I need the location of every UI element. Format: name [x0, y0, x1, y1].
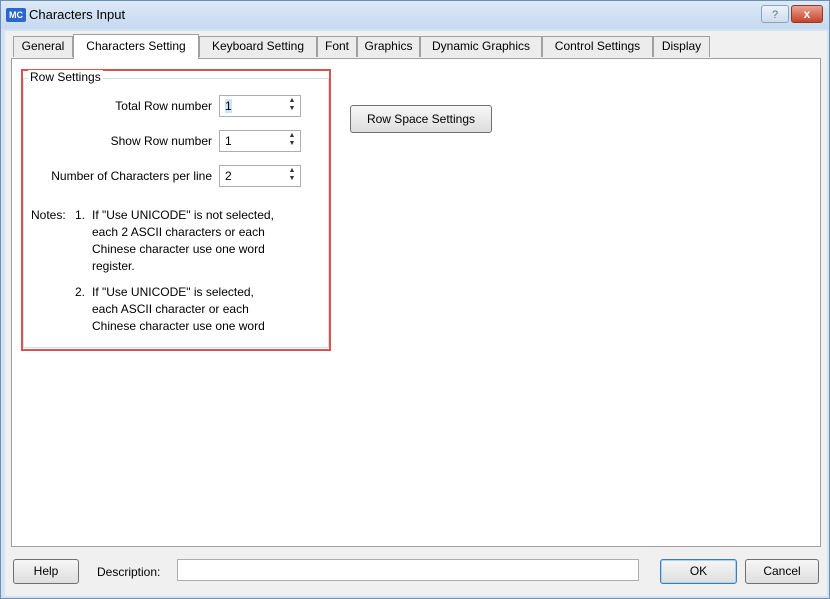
spin-arrows-icon[interactable]: ▲ ▼ [287, 167, 297, 183]
tab-control-settings[interactable]: Control Settings [542, 36, 653, 57]
help-title-button[interactable]: ? [761, 5, 789, 23]
tab-keyboard-setting[interactable]: Keyboard Setting [199, 36, 317, 57]
help-button[interactable]: Help [13, 559, 79, 584]
cancel-button[interactable]: Cancel [745, 559, 819, 584]
spin-arrows-icon[interactable]: ▲ ▼ [287, 132, 297, 148]
total-row-label: Total Row number [115, 99, 212, 113]
row-settings-title: Row Settings [28, 70, 103, 84]
chars-per-line-spinbox[interactable]: 2 ▲ ▼ [219, 165, 301, 187]
show-row-label: Show Row number [110, 134, 212, 148]
app-logo-icon: MC [6, 8, 26, 22]
chars-per-line-value[interactable]: 2 [225, 169, 232, 183]
ok-button[interactable]: OK [660, 559, 737, 584]
note-1-line: each 2 ASCII characters or each [92, 225, 265, 239]
tab-panel: Row Settings Total Row number 1 ▲ ▼ Show … [11, 58, 821, 547]
tab-general[interactable]: General [13, 36, 73, 57]
note-1-number: 1. [75, 208, 86, 222]
total-row-value[interactable]: 1 [225, 99, 232, 113]
tab-display[interactable]: Display [653, 36, 710, 57]
spin-arrows-icon[interactable]: ▲ ▼ [287, 97, 297, 113]
chars-per-line-label: Number of Characters per line [51, 169, 212, 183]
note-2-number: 2. [75, 285, 86, 299]
notes-prefix: Notes: [31, 208, 66, 222]
tab-graphics[interactable]: Graphics [357, 36, 420, 57]
tab-dynamic-graphics[interactable]: Dynamic Graphics [420, 36, 542, 57]
row-space-settings-button[interactable]: Row Space Settings [350, 105, 492, 133]
note-1-line: If "Use UNICODE" is not selected, [92, 208, 274, 222]
note-2-line: If "Use UNICODE" is selected, [92, 285, 254, 299]
description-label: Description: [97, 565, 161, 579]
note-2-text: If "Use UNICODE" is selected, each ASCII… [92, 284, 265, 335]
description-field[interactable] [177, 559, 639, 581]
note-1-line: register. [92, 259, 135, 273]
dialog-client-area: General Characters Setting Keyboard Sett… [5, 31, 827, 596]
note-2-line: Chinese character use one word [92, 319, 265, 333]
show-row-spinbox[interactable]: 1 ▲ ▼ [219, 130, 301, 152]
title-bar[interactable]: MC Characters Input ? x [1, 1, 829, 29]
note-1-line: Chinese character use one word [92, 242, 265, 256]
total-row-spinbox[interactable]: 1 ▲ ▼ [219, 95, 301, 117]
tab-font[interactable]: Font [317, 36, 357, 57]
note-2-line: each ASCII character or each [92, 302, 249, 316]
show-row-value[interactable]: 1 [225, 134, 232, 148]
window-title: Characters Input [29, 7, 126, 22]
tab-characters-setting[interactable]: Characters Setting [73, 34, 199, 59]
note-1-text: If "Use UNICODE" is not selected, each 2… [92, 207, 274, 275]
characters-input-dialog: MC Characters Input ? x General Characte… [0, 0, 830, 599]
close-button[interactable]: x [791, 5, 823, 23]
